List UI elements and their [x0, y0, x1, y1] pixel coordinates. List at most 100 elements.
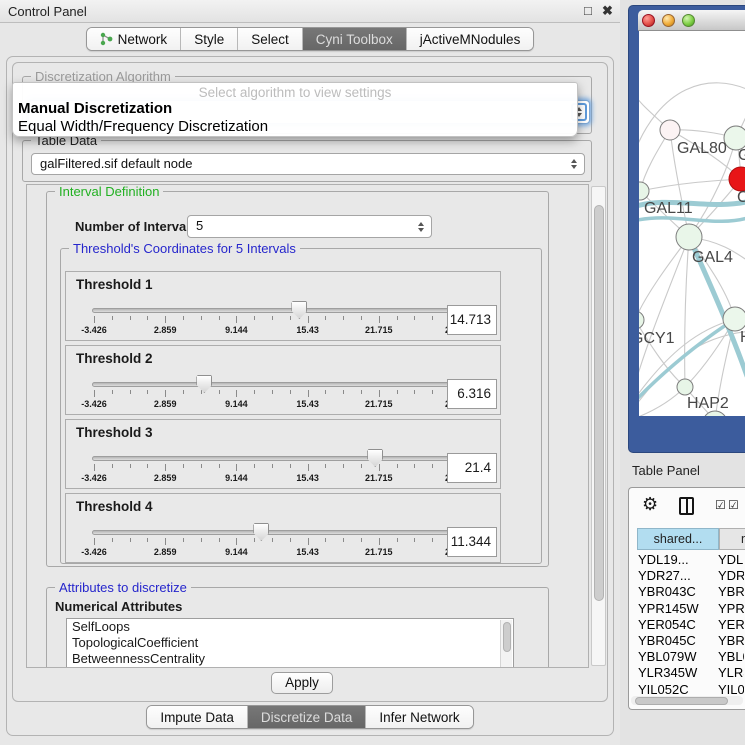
control-panel: Control Panel □ ✖ Network Style Select C… [0, 0, 620, 745]
split-columns-icon[interactable] [679, 497, 694, 515]
table-panel-window[interactable]: ⚙ ☑ ☑ shared... na YDL19...YDL1YDR27...Y… [628, 487, 745, 710]
threshold-4-label: Threshold 4 [76, 499, 153, 514]
threshold-3-label: Threshold 3 [76, 425, 153, 440]
threshold-coordinates-group: Threshold's Coordinates for 5 Intervals … [60, 248, 542, 564]
threshold-1-label: Threshold 1 [76, 277, 153, 292]
tab-style[interactable]: Style [181, 28, 238, 50]
threshold-1-value-field[interactable]: 14.713 [447, 305, 497, 335]
number-of-intervals-label: Number of Intervals [75, 219, 197, 234]
network-node-hap2[interactable] [677, 379, 693, 395]
dropdown-item-equal-width[interactable]: Equal Width/Frequency Discretization [18, 118, 268, 135]
attributes-group: Attributes to discretize Numerical Attri… [46, 587, 549, 668]
dropdown-hint: Select algorithm to view settings [13, 85, 577, 100]
network-window-titlebar[interactable] [638, 10, 745, 31]
slider-tick-labels: -3.4262.8599.14415.4321.71528 [94, 547, 450, 557]
number-of-intervals-select[interactable]: 5 [187, 215, 432, 238]
scrollbar-thumb[interactable] [635, 697, 728, 705]
tab-discretize-data[interactable]: Discretize Data [248, 706, 367, 728]
table-row[interactable]: YDL19...YDL1 [631, 552, 744, 568]
slider-tick-labels: -3.4262.8599.14415.4321.71528 [94, 399, 450, 409]
tab-cyni-toolbox[interactable]: Cyni Toolbox [303, 28, 407, 50]
table-rows[interactable]: YDL19...YDL1YDR27...YDR2YBR043CYBR0YPR14… [631, 552, 744, 695]
table-horizontal-scrollbar[interactable] [631, 696, 743, 705]
threshold-group-title: Threshold's Coordinates for 5 Intervals [69, 241, 300, 256]
threshold-1-panel: Threshold 1 -3.4262.8599.14415.4321.7152… [65, 271, 501, 341]
network-node-gal80[interactable] [660, 120, 680, 140]
threshold-3-value-field[interactable]: 21.4 [447, 453, 497, 483]
table-row[interactable]: YLR345WYLR3 [631, 665, 744, 681]
column-header-shared[interactable]: shared... [637, 528, 719, 550]
threshold-2-slider-track[interactable] [92, 382, 452, 387]
apply-button[interactable]: Apply [271, 672, 333, 694]
table-row[interactable]: YDR27...YDR2 [631, 568, 744, 584]
network-node-gal4[interactable] [676, 224, 702, 250]
interval-group-title: Interval Definition [55, 184, 163, 199]
network-nodes[interactable] [639, 120, 745, 416]
scrollbar-thumb[interactable] [594, 205, 604, 601]
dropdown-item-manual-discretization[interactable]: Manual Discretization [18, 100, 172, 117]
numerical-attributes-list[interactable]: SelfLoopsTopologicalCoefficientBetweenne… [66, 618, 514, 668]
close-traffic-light[interactable] [642, 14, 655, 27]
control-panel-title: Control Panel [8, 4, 87, 19]
table-row[interactable]: YBL079WYBL0 [631, 649, 744, 665]
tab-jactivemnodules[interactable]: jActiveMNodules [407, 28, 534, 50]
threshold-3-panel: Threshold 3 -3.4262.8599.14415.4321.7152… [65, 419, 501, 489]
network-canvas[interactable]: GAL80GACGAL11GAL4GCY1HHAP2 [639, 31, 745, 416]
attribute-list-item[interactable]: TopologicalCoefficient [67, 635, 513, 651]
network-window[interactable]: GAL80GACGAL11GAL4GCY1HHAP2 [628, 5, 745, 453]
table-data-select[interactable]: galFiltered.sif default node [31, 153, 585, 175]
tab-infer-network[interactable]: Infer Network [366, 706, 472, 728]
threshold-2-label: Threshold 2 [76, 351, 153, 366]
threshold-1-slider-track[interactable] [92, 308, 452, 313]
minimize-traffic-light[interactable] [662, 14, 675, 27]
attributes-group-title: Attributes to discretize [55, 580, 191, 595]
node-label: C [737, 189, 745, 206]
list-scrollbar[interactable] [500, 620, 512, 668]
table-toolbar: ⚙ ☑ ☑ [629, 488, 745, 526]
threshold-4-panel: Threshold 4 -3.4262.8599.14415.4321.7152… [65, 493, 501, 563]
tab-impute-data[interactable]: Impute Data [147, 706, 248, 728]
network-node-gcy1[interactable] [639, 311, 644, 329]
checkbox-icon[interactable]: ☑ [715, 498, 726, 512]
network-node-h[interactable] [723, 307, 745, 331]
combo-arrows-icon [413, 218, 429, 235]
threshold-4-value-field[interactable]: 11.344 [447, 527, 497, 557]
network-icon [100, 32, 113, 46]
combo-arrows-icon [566, 156, 582, 172]
table-row[interactable]: YBR045CYBR0 [631, 633, 744, 649]
attribute-list-item[interactable]: SelfLoops [67, 619, 513, 635]
settings-scroll-viewport: Interval Definition Number of Intervals … [26, 184, 589, 668]
network-node-gal11[interactable] [639, 182, 649, 200]
table-row[interactable]: YIL052CYIL0 [631, 682, 744, 696]
table-header-row: shared... na [629, 528, 745, 550]
node-label: GAL80 [677, 140, 727, 157]
table-row[interactable]: YBR043CYBR0 [631, 584, 744, 600]
bottom-tab-bar: Impute Data Discretize Data Infer Networ… [0, 705, 620, 729]
tab-select[interactable]: Select [238, 28, 303, 50]
table-panel-title: Table Panel [632, 463, 700, 478]
node-label: GAL4 [692, 249, 733, 266]
node-label: GAL11 [644, 200, 693, 217]
gear-icon[interactable]: ⚙ [642, 494, 658, 515]
slider-ticks [94, 538, 450, 546]
close-icon[interactable]: ✖ [602, 3, 613, 19]
node-label: GCY1 [639, 330, 675, 347]
threshold-3-slider-track[interactable] [92, 456, 452, 461]
slider-tick-labels: -3.4262.8599.14415.4321.71528 [94, 473, 450, 483]
node-label: GA [738, 147, 745, 164]
zoom-traffic-light[interactable] [682, 14, 695, 27]
top-tab-bar: Network Style Select Cyni Toolbox jActiv… [0, 27, 620, 51]
float-window-icon[interactable]: □ [584, 3, 592, 18]
settings-scrollbar[interactable] [591, 186, 606, 666]
threshold-4-slider-track[interactable] [92, 530, 452, 535]
slider-ticks [94, 316, 450, 324]
attribute-list-item[interactable]: BetweennessCentrality [67, 651, 513, 667]
scrollbar-thumb[interactable] [503, 622, 511, 652]
checkbox-icon[interactable]: ☑ [728, 498, 739, 512]
algorithm-dropdown-popup: Select algorithm to view settings Manual… [12, 82, 578, 137]
table-row[interactable]: YPR145WYPR1 [631, 601, 744, 617]
column-header-name[interactable]: na [719, 528, 745, 550]
threshold-2-value-field[interactable]: 6.316 [447, 379, 497, 409]
tab-network[interactable]: Network [87, 28, 182, 50]
table-row[interactable]: YER054CYER0 [631, 617, 744, 633]
